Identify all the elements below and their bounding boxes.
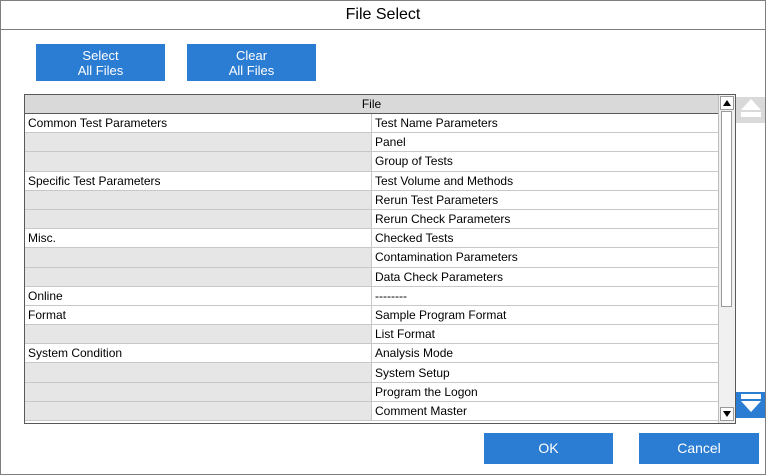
clear-all-files-button[interactable]: Clear All Files — [187, 44, 316, 81]
category-cell — [25, 363, 372, 382]
file-cell[interactable]: Sample Program Format — [372, 306, 718, 324]
ok-button[interactable]: OK — [484, 433, 613, 464]
category-cell: Misc. — [25, 229, 372, 248]
table-row[interactable]: Rerun Check Parameters — [25, 209, 718, 230]
file-cell[interactable]: Analysis Mode — [372, 344, 718, 362]
file-cell[interactable]: Program the Logon — [372, 383, 718, 401]
category-cell — [25, 152, 372, 171]
select-all-label-line1: Select — [82, 47, 119, 63]
page-up-button[interactable] — [736, 97, 765, 123]
file-table: File Common Test Parameters Test Name Par… — [24, 94, 736, 424]
table-header-file: File — [25, 95, 718, 114]
scroll-up-icon[interactable] — [720, 96, 734, 110]
category-cell — [25, 190, 372, 209]
clear-all-label-line2: All Files — [228, 62, 275, 78]
category-cell — [25, 382, 372, 401]
file-cell[interactable]: Comment Master — [372, 402, 718, 420]
table-body: Common Test Parameters Test Name Paramete… — [25, 114, 718, 421]
page-down-button[interactable] — [736, 392, 765, 418]
category-cell — [25, 248, 372, 267]
table-row[interactable]: Program the Logon — [25, 382, 718, 402]
file-cell[interactable]: Checked Tests — [372, 229, 718, 247]
select-all-files-button[interactable]: Select All Files — [36, 44, 165, 81]
select-all-label-line2: All Files — [77, 62, 124, 78]
table-row[interactable]: Contamination Parameters — [25, 248, 718, 268]
vertical-scrollbar[interactable] — [718, 95, 735, 423]
category-cell — [25, 401, 372, 420]
table-row[interactable]: Misc. Checked Tests — [25, 229, 718, 249]
arrow-up-icon — [740, 98, 762, 123]
table-row[interactable]: Format Sample Program Format — [25, 305, 718, 326]
file-cell[interactable]: -------- — [372, 287, 718, 305]
table-row[interactable]: Group of Tests — [25, 152, 718, 172]
file-cell[interactable]: Rerun Test Parameters — [372, 191, 718, 209]
table-row[interactable]: Data Check Parameters — [25, 267, 718, 287]
table-row[interactable]: Common Test Parameters Test Name Paramete… — [25, 114, 718, 134]
clear-all-label-line1: Clear — [235, 47, 268, 63]
table-row[interactable]: Comment Master — [25, 401, 718, 421]
file-select-dialog: File Select Select All Files Clear All F… — [0, 0, 766, 475]
category-cell: Format — [25, 305, 372, 325]
category-cell — [25, 325, 372, 344]
dialog-title: File Select — [1, 1, 765, 30]
file-cell[interactable]: Data Check Parameters — [372, 268, 718, 286]
file-cell[interactable]: Rerun Check Parameters — [372, 210, 718, 228]
file-cell[interactable]: System Setup — [372, 363, 718, 381]
scrollbar-thumb[interactable] — [721, 111, 732, 307]
file-cell[interactable]: Panel — [372, 133, 718, 151]
file-cell[interactable]: Group of Tests — [372, 152, 718, 170]
table-row[interactable]: System Setup — [25, 363, 718, 383]
table-row[interactable]: System Condition Analysis Mode — [25, 344, 718, 364]
file-cell[interactable]: List Format — [372, 325, 718, 343]
category-cell: System Condition — [25, 344, 372, 363]
category-cell — [25, 209, 372, 229]
arrow-down-icon — [740, 393, 762, 418]
file-cell[interactable]: Test Name Parameters — [372, 114, 718, 132]
scroll-down-icon[interactable] — [720, 407, 734, 421]
table-row[interactable]: Online -------- — [25, 286, 718, 306]
table-row[interactable]: List Format — [25, 325, 718, 345]
table-row[interactable]: Panel — [25, 133, 718, 153]
file-cell[interactable]: Contamination Parameters — [372, 248, 718, 266]
category-cell: Common Test Parameters — [25, 114, 372, 133]
category-cell: Specific Test Parameters — [25, 171, 372, 190]
cancel-button[interactable]: Cancel — [639, 433, 759, 464]
category-cell — [25, 133, 372, 152]
table-row[interactable]: Specific Test Parameters Test Volume and … — [25, 171, 718, 191]
table-row[interactable]: Rerun Test Parameters — [25, 190, 718, 210]
category-cell — [25, 267, 372, 286]
category-cell: Online — [25, 286, 372, 305]
file-cell[interactable]: Test Volume and Methods — [372, 172, 718, 190]
